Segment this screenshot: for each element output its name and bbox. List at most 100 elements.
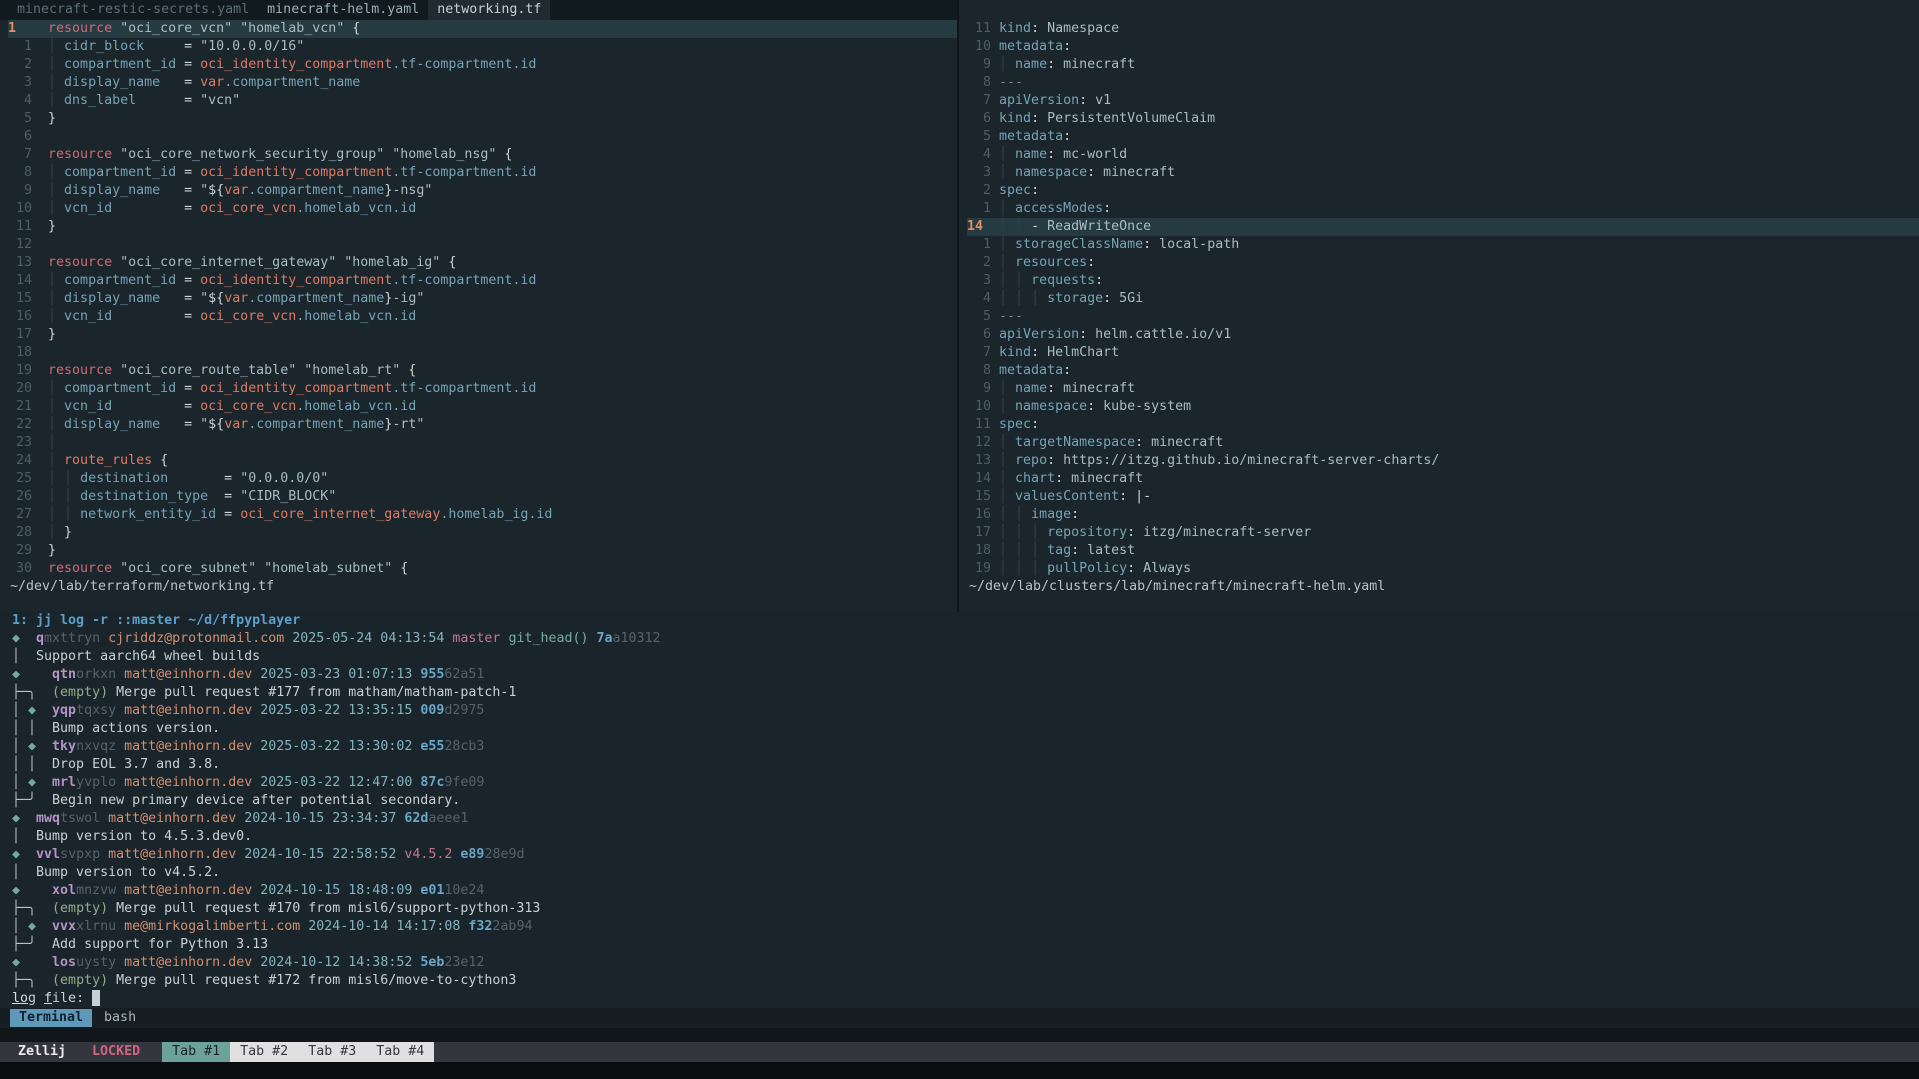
editor-pane-networking-tf[interactable]: minecraft-restic-secrets.yaml minecraft-… [0, 0, 957, 612]
shell-prompt[interactable]: log file: [12, 990, 1919, 1008]
prompt-line[interactable]: log file: [12, 990, 1919, 1008]
code-line[interactable]: 3 │ │ requests: [967, 272, 1919, 290]
code-line[interactable]: 11 spec: [967, 416, 1919, 434]
code-line[interactable]: 13 resource "oci_core_internet_gateway" … [8, 254, 957, 272]
zellij-tab-3[interactable]: Tab #3 [298, 1042, 366, 1062]
code-line[interactable]: 10 │ namespace: kube-system [967, 398, 1919, 416]
buffer-tab-networking-tf[interactable]: networking.tf [428, 0, 550, 20]
code-line[interactable]: 2 │ compartment_id = oci_identity_compar… [8, 56, 957, 74]
code-line[interactable]: 10 │ vcn_id = oci_core_vcn.homelab_vcn.i… [8, 200, 957, 218]
code-line[interactable]: 6 kind: PersistentVolumeClaim [967, 110, 1919, 128]
code-line[interactable]: 18 [8, 344, 957, 362]
code-line[interactable]: 24 │ route_rules { [8, 452, 957, 470]
zellij-tab-4[interactable]: Tab #4 [366, 1042, 434, 1062]
code-line[interactable]: 4 │ dns_label = "vcn" [8, 92, 957, 110]
log-line[interactable]: ◆ qmxttryn cjriddz@protonmail.com 2025-0… [12, 630, 1919, 648]
code-line[interactable]: 17 │ │ │ repository: itzg/minecraft-serv… [967, 524, 1919, 542]
zellij-tab-2[interactable]: Tab #2 [230, 1042, 298, 1062]
terminal-chip[interactable]: Terminal [10, 1009, 92, 1027]
code-line[interactable]: 2 │ resources: [967, 254, 1919, 272]
code-line[interactable]: 6 apiVersion: helm.cattle.io/v1 [967, 326, 1919, 344]
log-line[interactable]: ◆ losuysty matt@einhorn.dev 2024-10-12 1… [12, 954, 1919, 972]
code-line[interactable]: 12 [8, 236, 957, 254]
code-line[interactable]: 11 kind: Namespace [967, 20, 1919, 38]
code-line[interactable]: 7 resource "oci_core_network_security_gr… [8, 146, 957, 164]
code-line[interactable]: 28 │ } [8, 524, 957, 542]
code-line[interactable]: 5 metadata: [967, 128, 1919, 146]
code-line[interactable]: 2 spec: [967, 182, 1919, 200]
code-line[interactable]: 11 } [8, 218, 957, 236]
log-line[interactable]: ◆ mwqtswol matt@einhorn.dev 2024-10-15 2… [12, 810, 1919, 828]
log-line[interactable]: │ Support aarch64 wheel builds [12, 648, 1919, 666]
code-line[interactable]: 18 │ │ │ tag: latest [967, 542, 1919, 560]
log-line[interactable]: │ ◆ vvxxlrnu me@mirkogalimberti.com 2024… [12, 918, 1919, 936]
statusline-path-left: ~/dev/lab/terraform/networking.tf [0, 578, 957, 596]
code-line[interactable]: 1 │ storageClassName: local-path [967, 236, 1919, 254]
code-line[interactable]: 19 resource "oci_core_route_table" "home… [8, 362, 957, 380]
log-line[interactable]: │ Bump version to 4.5.3.dev0. [12, 828, 1919, 846]
log-line[interactable]: ├─╯ Add support for Python 3.13 [12, 936, 1919, 954]
code-line[interactable]: 25 │ │ destination = "0.0.0.0/0" [8, 470, 957, 488]
code-line[interactable]: 1 resource "oci_core_vcn" "homelab_vcn" … [8, 20, 957, 38]
code-line[interactable]: 14 │ │ - ReadWriteOnce [967, 218, 1919, 236]
code-line[interactable]: 8 --- [967, 74, 1919, 92]
code-line[interactable]: 5 --- [967, 308, 1919, 326]
code-line[interactable]: 9 │ name: minecraft [967, 380, 1919, 398]
buffer-tab-minecraft-helm[interactable]: minecraft-helm.yaml [258, 0, 428, 20]
zellij-tab-1[interactable]: Tab #1 [162, 1042, 230, 1062]
log-line[interactable]: ◆ vvlsvpxp matt@einhorn.dev 2024-10-15 2… [12, 846, 1919, 864]
log-line[interactable]: ├─╮ (empty) Merge pull request #170 from… [12, 900, 1919, 918]
log-line[interactable]: ├─╮ (empty) Merge pull request #172 from… [12, 972, 1919, 990]
log-line[interactable]: ├─╮ (empty) Merge pull request #177 from… [12, 684, 1919, 702]
log-line[interactable]: ◆ xolmnzvw matt@einhorn.dev 2024-10-15 1… [12, 882, 1919, 900]
code-line[interactable]: 9 │ display_name = "${var.compartment_na… [8, 182, 957, 200]
code-line[interactable]: 10 metadata: [967, 38, 1919, 56]
code-line[interactable]: 30 resource "oci_core_subnet" "homelab_s… [8, 560, 957, 578]
code-line[interactable]: 6 [8, 128, 957, 146]
editor-pane-minecraft-helm-yaml[interactable]: 11 kind: Namespace 10 metadata: 9 │ name… [959, 0, 1919, 612]
code-line[interactable]: 26 │ │ destination_type = "CIDR_BLOCK" [8, 488, 957, 506]
code-line[interactable]: 1 │ cidr_block = "10.0.0.0/16" [8, 38, 957, 56]
buffer-tab-minecraft-restic-secrets[interactable]: minecraft-restic-secrets.yaml [8, 0, 258, 20]
terminal-pane[interactable]: 1: jj log -r ::master ~/d/ffpyplayer ◆ q… [0, 612, 1919, 1008]
code-line[interactable]: 16 │ vcn_id = oci_core_vcn.homelab_vcn.i… [8, 308, 957, 326]
shell-name[interactable]: bash [104, 1008, 136, 1028]
code-line[interactable]: 8 │ compartment_id = oci_identity_compar… [8, 164, 957, 182]
log-line[interactable]: ├─╯ Begin new primary device after poten… [12, 792, 1919, 810]
code-line[interactable]: 23 │ [8, 434, 957, 452]
code-line[interactable]: 20 │ compartment_id = oci_identity_compa… [8, 380, 957, 398]
log-line[interactable]: │ ◆ tkynxvqz matt@einhorn.dev 2025-03-22… [12, 738, 1919, 756]
log-line[interactable]: │ │ Drop EOL 3.7 and 3.8. [12, 756, 1919, 774]
code-line[interactable]: 13 │ repo: https://itzg.github.io/minecr… [967, 452, 1919, 470]
code-line[interactable]: 27 │ │ network_entity_id = oci_core_inte… [8, 506, 957, 524]
log-line[interactable]: ◆ qtnorkxn matt@einhorn.dev 2025-03-23 0… [12, 666, 1919, 684]
terminal-tab-bar: Terminal bash [0, 1008, 1919, 1028]
code-line[interactable]: 9 │ name: minecraft [967, 56, 1919, 74]
code-line[interactable]: 19 │ │ │ pullPolicy: Always [967, 560, 1919, 578]
code-line[interactable]: 15 │ valuesContent: |- [967, 488, 1919, 506]
code-line[interactable]: 8 metadata: [967, 362, 1919, 380]
code-line[interactable]: 4 │ │ │ storage: 5Gi [967, 290, 1919, 308]
code-line[interactable]: 5 } [8, 110, 957, 128]
code-line[interactable]: 29 } [8, 542, 957, 560]
code-line[interactable]: 22 │ display_name = "${var.compartment_n… [8, 416, 957, 434]
code-line[interactable]: 14 │ compartment_id = oci_identity_compa… [8, 272, 957, 290]
log-line[interactable]: │ ◆ yqptqxsy matt@einhorn.dev 2025-03-22… [12, 702, 1919, 720]
code-line[interactable]: 15 │ display_name = "${var.compartment_n… [8, 290, 957, 308]
code-line[interactable]: 21 │ vcn_id = oci_core_vcn.homelab_vcn.i… [8, 398, 957, 416]
code-line[interactable]: 14 │ chart: minecraft [967, 470, 1919, 488]
log-line[interactable]: │ Bump version to v4.5.2. [12, 864, 1919, 882]
code-line[interactable]: 1 │ accessModes: [967, 200, 1919, 218]
code-line[interactable]: 3 │ display_name = var.compartment_name [8, 74, 957, 92]
code-line[interactable]: 4 │ name: mc-world [967, 146, 1919, 164]
yaml-code: 11 kind: Namespace 10 metadata: 9 │ name… [959, 20, 1919, 578]
code-line[interactable]: 17 } [8, 326, 957, 344]
log-line[interactable]: │ │ Bump actions version. [12, 720, 1919, 738]
code-line[interactable]: 7 apiVersion: v1 [967, 92, 1919, 110]
terraform-code: 1 resource "oci_core_vcn" "homelab_vcn" … [0, 20, 957, 578]
code-line[interactable]: 3 │ namespace: minecraft [967, 164, 1919, 182]
code-line[interactable]: 7 kind: HelmChart [967, 344, 1919, 362]
code-line[interactable]: 12 │ targetNamespace: minecraft [967, 434, 1919, 452]
code-line[interactable]: 16 │ │ image: [967, 506, 1919, 524]
log-line[interactable]: │ ◆ mrlyvplo matt@einhorn.dev 2025-03-22… [12, 774, 1919, 792]
